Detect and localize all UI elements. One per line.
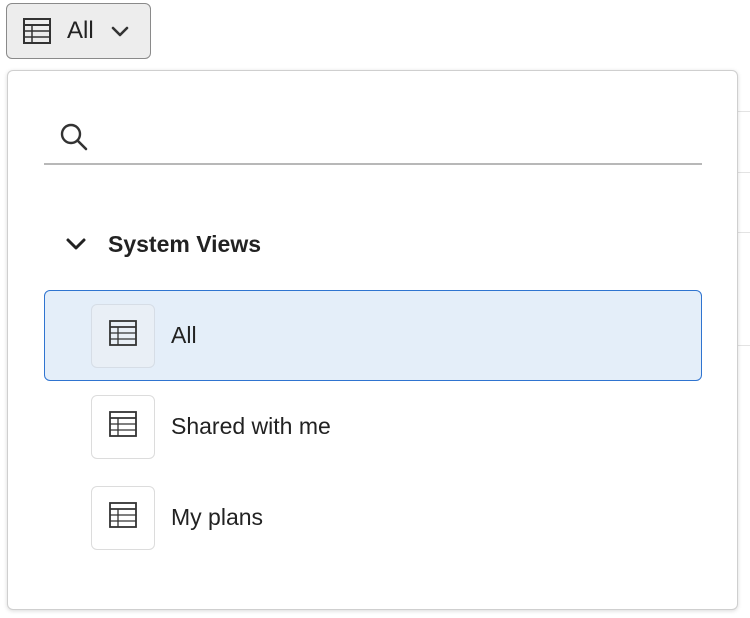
table-icon xyxy=(21,15,53,47)
table-icon xyxy=(108,409,138,444)
view-item-label: All xyxy=(171,322,197,348)
view-item-my-plans[interactable]: My plans xyxy=(44,472,702,563)
search-icon xyxy=(58,121,90,153)
view-icon-tile xyxy=(91,303,155,368)
view-list: All Shared with me My plans xyxy=(44,290,702,563)
view-picker-popover: System Views All Shared with me My plans xyxy=(7,70,738,610)
app-stage: All System Views All Shared with me My p… xyxy=(0,0,750,618)
section-toggle-system-views[interactable]: System Views xyxy=(64,226,261,262)
view-selector-button[interactable]: All xyxy=(6,3,151,59)
table-icon xyxy=(108,500,138,535)
view-item-shared-with-me[interactable]: Shared with me xyxy=(44,381,702,472)
table-icon xyxy=(108,318,138,353)
view-icon-tile xyxy=(91,485,155,550)
view-item-all[interactable]: All xyxy=(44,290,702,381)
view-selector-label: All xyxy=(67,17,94,44)
chevron-down-icon xyxy=(64,232,88,256)
view-item-label: Shared with me xyxy=(171,413,331,439)
search-input[interactable] xyxy=(102,116,702,158)
view-item-label: My plans xyxy=(171,504,264,530)
section-title: System Views xyxy=(108,230,262,257)
view-icon-tile xyxy=(91,394,155,459)
search-bar xyxy=(44,111,702,165)
chevron-down-icon xyxy=(110,21,130,41)
